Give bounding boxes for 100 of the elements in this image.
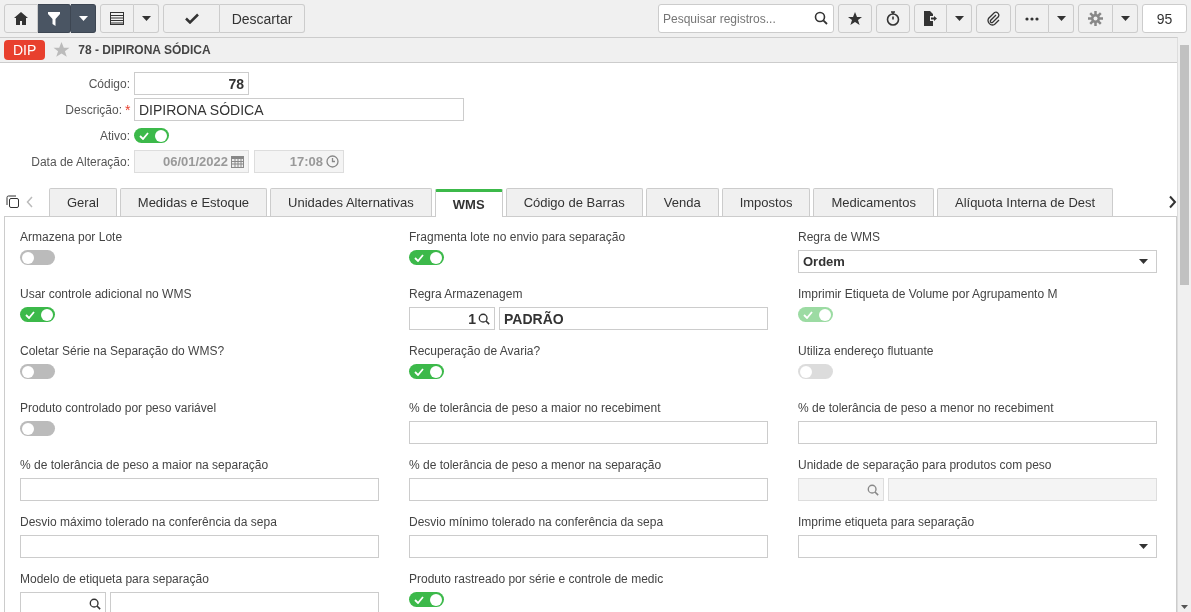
field-label: Coletar Série na Separação do WMS?: [20, 344, 225, 358]
caret-icon: [1139, 544, 1148, 549]
text-field[interactable]: [110, 592, 379, 612]
checkmark-icon: [184, 13, 199, 24]
tab[interactable]: Código de Barras: [505, 188, 643, 216]
field-label: Fragmenta lote no envio para separação: [409, 230, 626, 244]
caret-icon: [1139, 259, 1148, 264]
tab[interactable]: Medicamentos: [813, 188, 934, 216]
text-field[interactable]: [409, 421, 768, 444]
field-label: Modelo de etiqueta para separação: [20, 572, 209, 586]
export-dropdown[interactable]: [947, 4, 972, 33]
more-dropdown[interactable]: [1049, 4, 1074, 33]
field-label: Utiliza endereço flutuante: [798, 344, 934, 358]
field-label: % de tolerância de peso a maior no recebiment: [409, 401, 661, 415]
toggle-switch[interactable]: [409, 592, 444, 607]
checkmark-icon: [25, 310, 35, 319]
field-label: Regra de WMS: [798, 230, 881, 244]
search-icon: [478, 312, 490, 325]
filter-icon: [48, 11, 60, 26]
caret-icon: [1120, 16, 1130, 21]
code-field[interactable]: 78: [134, 72, 249, 95]
field-label: Produto controlado por peso variável: [20, 401, 217, 415]
toggle-switch[interactable]: [409, 364, 444, 379]
attachment-button[interactable]: [976, 4, 1011, 33]
field-label: Descrição:: [64, 102, 123, 117]
calendar-icon: [231, 155, 244, 168]
stopwatch-icon: [886, 11, 900, 26]
chevron-left-icon[interactable]: [26, 195, 34, 208]
text-field[interactable]: [20, 535, 379, 558]
text-field[interactable]: [20, 478, 379, 501]
filter-dropdown[interactable]: [71, 4, 96, 33]
checkmark-icon: [414, 595, 424, 604]
save-button[interactable]: [163, 4, 220, 33]
tab[interactable]: Geral: [49, 188, 117, 216]
toggle-switch[interactable]: [20, 364, 55, 379]
toggle-switch[interactable]: [409, 250, 444, 265]
field-label: Imprime etiqueta para separação: [798, 515, 975, 529]
search-field[interactable]: Pesquisar registros...: [658, 4, 834, 33]
home-button[interactable]: [4, 4, 38, 33]
toggle-switch[interactable]: [20, 250, 55, 265]
ellipsis-icon: [1025, 16, 1039, 21]
copy-icon[interactable]: [6, 194, 20, 209]
field-label: Data de Alteração:: [30, 154, 131, 169]
tab[interactable]: Unidades Alternativas: [270, 188, 432, 216]
timer-button[interactable]: [876, 4, 910, 33]
search-icon: [814, 11, 828, 25]
code-field[interactable]: 1: [409, 307, 495, 330]
scroll-down-icon[interactable]: [1181, 605, 1188, 609]
tab[interactable]: Impostos: [721, 188, 811, 216]
star-icon[interactable]: [53, 42, 71, 58]
tab[interactable]: Venda: [645, 188, 719, 216]
tab[interactable]: Alíquota Interna de Dest: [936, 188, 1114, 216]
clock-icon: [326, 155, 339, 168]
field-label: Recuperação de Avaria?: [409, 344, 541, 358]
field-label: % de tolerância de peso a menor no recebiment: [798, 401, 1054, 415]
date-field: 06/01/2022: [134, 150, 249, 173]
discard-button[interactable]: Descartar: [220, 4, 305, 33]
field-label: Produto rastreado por série e controle de medic: [409, 572, 664, 586]
table-icon: [110, 12, 124, 25]
field-label: Desvio máximo tolerado na conferência da sepa: [20, 515, 277, 529]
field-label: Desvio mínimo tolerado na conferência da sepa: [409, 515, 664, 529]
field-label: Usar controle adicional no WMS: [20, 287, 192, 301]
home-icon: [14, 12, 28, 25]
field-label: Armazena por Lote: [20, 230, 123, 244]
view-dropdown[interactable]: [134, 4, 159, 33]
tab[interactable]: WMS: [434, 189, 503, 217]
chevron-right-icon[interactable]: [1168, 194, 1177, 209]
tab[interactable]: Medidas e Estoque: [119, 188, 268, 216]
settings-dropdown[interactable]: [1113, 4, 1138, 33]
export-button[interactable]: [914, 4, 947, 33]
toggle-switch[interactable]: [20, 421, 55, 436]
text-field[interactable]: [798, 421, 1157, 444]
filter-button[interactable]: [38, 4, 71, 33]
favorite-button[interactable]: [838, 4, 872, 33]
caret-icon: [78, 16, 88, 21]
field-label: Ativo:: [99, 128, 131, 143]
code-field[interactable]: [20, 592, 106, 612]
star-icon: [848, 11, 862, 26]
toggle-switch[interactable]: [20, 307, 55, 322]
document-arrow-icon: [924, 11, 937, 26]
checkmark-icon: [414, 367, 424, 376]
text-field[interactable]: [409, 535, 768, 558]
active-toggle[interactable]: [134, 128, 169, 143]
field-label: % de tolerância de peso a maior na separação: [20, 458, 269, 472]
dropdown-field[interactable]: [798, 535, 1157, 558]
field-label: Imprimir Etiqueta de Volume por Agrupamento M: [798, 287, 1058, 301]
field-label: Regra Armazenagem: [409, 287, 523, 301]
text-field[interactable]: [409, 478, 768, 501]
description-field[interactable]: DIPIRONA SÓDICA: [134, 98, 464, 121]
checkmark-icon: [803, 310, 813, 319]
paperclip-icon: [986, 11, 1001, 26]
field-label: Unidade de separação para produtos com peso: [798, 458, 1052, 472]
record-badge: DIP: [4, 40, 46, 60]
grid-view-button[interactable]: [100, 4, 134, 33]
caret-icon: [141, 16, 151, 21]
settings-icon: [1088, 11, 1103, 26]
text-field[interactable]: PADRÃO: [499, 307, 768, 330]
required-mark: *: [125, 101, 132, 118]
field-label: % de tolerância de peso a menor na separação: [409, 458, 662, 472]
dropdown-field[interactable]: Ordem: [798, 250, 1157, 273]
